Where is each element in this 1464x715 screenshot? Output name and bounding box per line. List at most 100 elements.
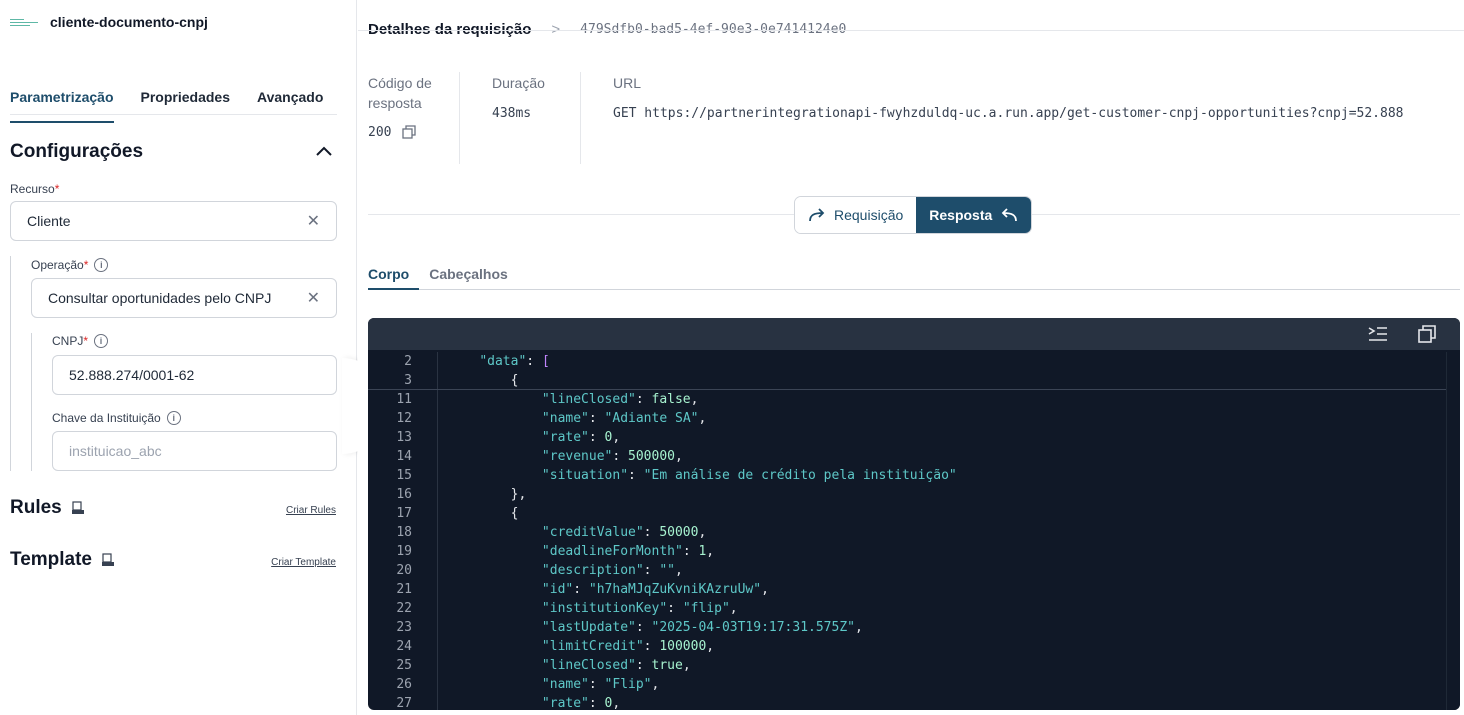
requisicao-label: Requisição [834, 207, 904, 223]
response-code-row: 200 [368, 123, 448, 141]
node-title: cliente-documento-cnpj [50, 14, 208, 30]
line-number: 13 [396, 430, 412, 445]
gutter [412, 428, 438, 447]
info-icon[interactable]: i [166, 411, 181, 425]
code-line: 14 "revenue": 500000, [368, 447, 1446, 466]
gutter [412, 371, 438, 389]
editor-scrollbar[interactable] [1446, 352, 1460, 710]
requisicao-button[interactable]: Requisição [795, 197, 917, 233]
resposta-button[interactable]: Resposta [916, 197, 1032, 233]
cnpj-label: CNPJ* i [52, 334, 109, 348]
line-number: 26 [396, 677, 412, 692]
tab-avancado[interactable]: Avançado [257, 89, 323, 114]
line-number: 24 [396, 639, 412, 654]
gutter [412, 409, 438, 428]
code-line: 24 "limitCredit": 100000, [368, 637, 1446, 656]
info-icon[interactable]: i [94, 258, 109, 272]
code-line: 20 "description": "", [368, 561, 1446, 580]
url-value: GET https://partnerintegrationapi-fwyhzd… [613, 106, 1404, 121]
code-line: 17 { [368, 504, 1446, 523]
gutter [412, 637, 438, 656]
tab-corpo[interactable]: Corpo [368, 266, 420, 290]
response-code-col: Código de resposta 200 [368, 73, 448, 141]
body-tabs: Corpo Cabeçalhos [368, 266, 1460, 290]
operacao-value: Consultar oportunidades pelo CNPJ [48, 290, 272, 306]
request-details-panel: Detalhes da requisição > 479Sdfb0-bad5-4… [358, 0, 1464, 715]
request-heading: Detalhes da requisição [368, 20, 532, 38]
config-tabs: Parametrização Propriedades Avançado [10, 89, 337, 123]
gutter [412, 485, 438, 504]
line-number: 12 [396, 411, 412, 426]
doc-icon [102, 553, 115, 566]
code-line: 3 { [368, 371, 1446, 390]
line-number: 2 [404, 354, 412, 369]
recurso-select[interactable]: Cliente ✕ [10, 201, 337, 241]
tab-propriedades[interactable]: Propriedades [141, 89, 230, 114]
code-line: 2 "data": [ [368, 352, 1446, 371]
tab-cabecalhos[interactable]: Cabeçalhos [429, 266, 508, 289]
code-line: 19 "deadlineForMonth": 1, [368, 542, 1446, 561]
chave-label: Chave da Instituição i [52, 411, 181, 425]
clear-recurso-icon[interactable]: ✕ [307, 211, 320, 231]
url-label: URL [613, 75, 642, 91]
line-number: 11 [396, 392, 412, 407]
code-lines: 2 "data": [3 {11 "lineClosed": false, 12 … [368, 352, 1446, 710]
code-line: 15 "situation": "Em análise de crédito p… [368, 466, 1446, 485]
gutter [412, 618, 438, 637]
code-text: "limitCredit": 100000, [541, 639, 715, 654]
gutter [412, 675, 438, 694]
json-code-viewer[interactable]: 2 "data": [3 {11 "lineClosed": false, 12 … [368, 318, 1460, 710]
rules-section: Rules [10, 497, 85, 519]
info-icon[interactable]: i [94, 334, 109, 348]
gutter [412, 599, 438, 618]
copy-icon[interactable] [1418, 325, 1436, 343]
recurso-value: Cliente [27, 213, 71, 229]
code-text: { [510, 506, 519, 521]
code-text: "lastUpdate": "2025-04-03T19:17:31.575Z"… [541, 620, 863, 635]
gutter [412, 694, 438, 710]
divider [358, 30, 1464, 31]
gutter [412, 390, 438, 409]
operacao-select[interactable]: Consultar oportunidades pelo CNPJ ✕ [31, 278, 337, 318]
clear-operacao-icon[interactable]: ✕ [307, 288, 320, 308]
chave-input[interactable]: instituicao_abc [52, 431, 337, 471]
criar-rules-link[interactable]: Criar Rules [286, 505, 336, 516]
code-text: { [510, 373, 519, 388]
response-code-value: 200 [368, 125, 392, 140]
code-text: "rate": 0, [541, 696, 621, 710]
response-code-label: Código de resposta [368, 75, 432, 111]
line-number: 14 [396, 449, 412, 464]
gutter [412, 580, 438, 599]
code-line: 11 "lineClosed": false, [368, 390, 1446, 409]
gutter [412, 466, 438, 485]
chevron-up-icon[interactable] [315, 144, 333, 158]
request-response-toggle: Requisição Resposta [794, 196, 1033, 234]
editor-toolbar [368, 318, 1460, 350]
code-line: 12 "name": "Adiante SA", [368, 409, 1446, 428]
duration-label: Duração [492, 75, 545, 91]
tree-line-nested [31, 333, 32, 471]
line-number: 15 [396, 468, 412, 483]
line-number: 18 [396, 525, 412, 540]
divider [580, 72, 581, 164]
template-title: Template [10, 549, 93, 570]
code-text: "institutionKey": "flip", [541, 601, 738, 616]
cnpj-input[interactable]: 52.888.274/0001-62 [52, 355, 337, 395]
request-id: 479Sdfb0-bad5-4ef-90e3-0e7414124e0 [580, 21, 847, 37]
tab-parametrizacao[interactable]: Parametrização [10, 89, 114, 123]
code-text: }, [510, 487, 527, 502]
criar-template-link[interactable]: Criar Template [271, 557, 336, 568]
copy-icon[interactable] [402, 125, 416, 139]
rules-title: Rules [10, 497, 62, 518]
line-number: 21 [396, 582, 412, 597]
reply-arrow-icon [1002, 208, 1018, 222]
duration-value: 438ms [492, 106, 532, 121]
line-number: 17 [396, 506, 412, 521]
format-icon[interactable] [1368, 326, 1388, 342]
node-type-icon [10, 16, 40, 28]
code-text: "deadlineForMonth": 1, [541, 544, 715, 559]
code-text: "rate": 0, [541, 430, 621, 445]
code-line: 26 "name": "Flip", [368, 675, 1446, 694]
gutter [412, 561, 438, 580]
template-section: Template [10, 549, 115, 571]
